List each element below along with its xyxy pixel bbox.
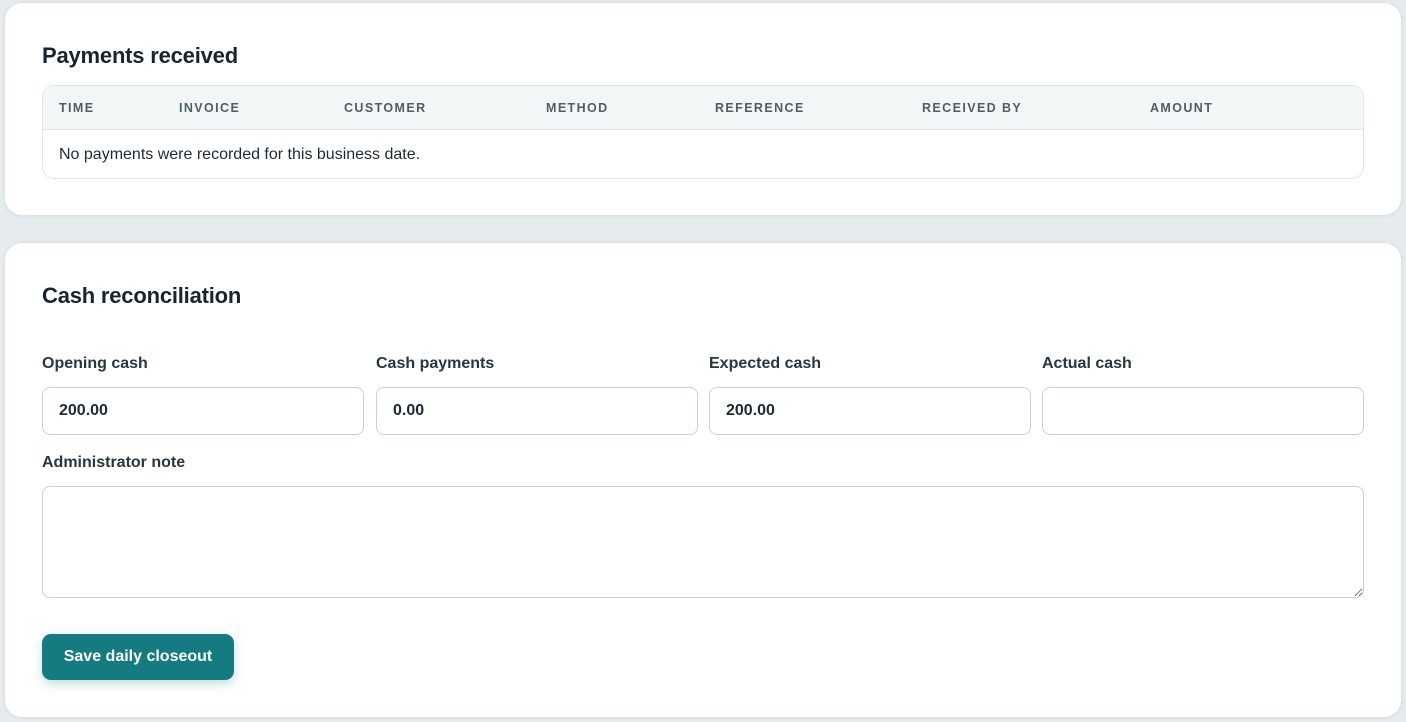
payments-title: Payments received — [42, 43, 238, 68]
cash-reconciliation-card: Cash reconciliation Opening cash Cash pa… — [4, 242, 1402, 718]
cash-reconciliation-title: Cash reconciliation — [42, 283, 242, 308]
column-header-time[interactable]: TIME — [59, 101, 94, 115]
administrator-note-textarea[interactable] — [42, 486, 1364, 598]
payments-card: Payments received TIME INVOICE CUSTOMER … — [4, 2, 1402, 216]
opening-cash-input[interactable] — [42, 387, 364, 435]
column-header-received-by[interactable]: RECEIVED BY — [922, 101, 1022, 115]
column-header-invoice[interactable]: INVOICE — [179, 101, 240, 115]
empty-table-message: No payments were recorded for this busin… — [59, 146, 421, 163]
payments-table: TIME INVOICE CUSTOMER METHOD REFERENCE R… — [42, 85, 1364, 179]
column-header-method[interactable]: METHOD — [546, 101, 609, 115]
save-daily-closeout-button[interactable]: Save daily closeout — [42, 634, 234, 680]
column-header-reference[interactable]: REFERENCE — [715, 101, 805, 115]
actual-cash-input[interactable] — [1042, 387, 1364, 435]
opening-cash-label: Opening cash — [42, 355, 148, 372]
cash-payments-label: Cash payments — [376, 355, 495, 372]
column-header-customer[interactable]: CUSTOMER — [344, 101, 427, 115]
expected-cash-label: Expected cash — [709, 355, 822, 372]
cash-payments-input[interactable] — [376, 387, 698, 435]
administrator-note-label: Administrator note — [42, 454, 186, 471]
column-header-amount[interactable]: AMOUNT — [1150, 101, 1213, 115]
actual-cash-label: Actual cash — [1042, 355, 1132, 372]
expected-cash-input[interactable] — [709, 387, 1031, 435]
table-header: TIME INVOICE CUSTOMER METHOD REFERENCE R… — [43, 86, 1363, 130]
